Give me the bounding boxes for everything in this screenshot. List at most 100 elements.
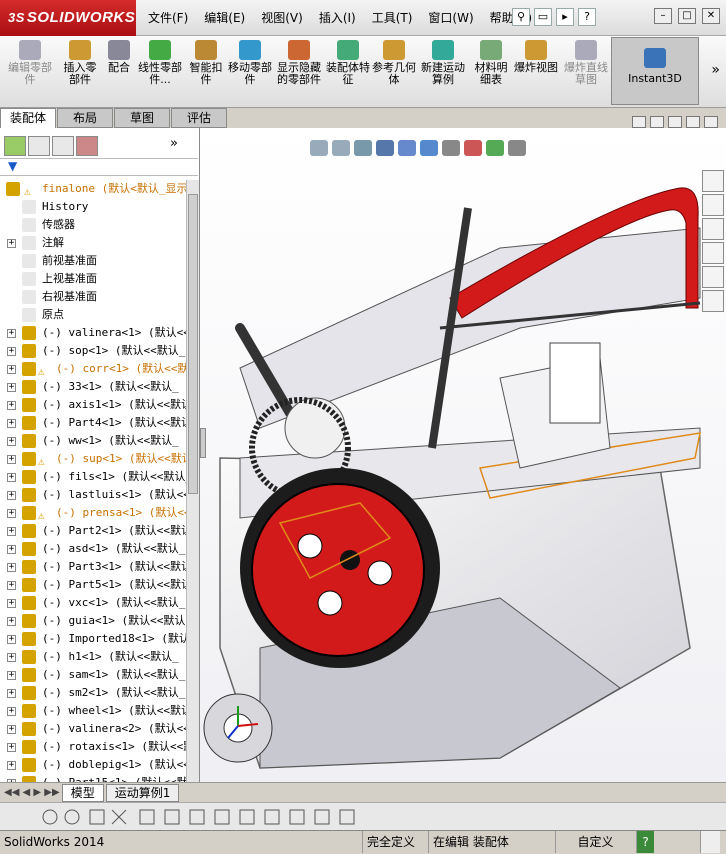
zoom-to-area-icon[interactable] <box>332 140 350 156</box>
new-document-icon[interactable]: ▭ <box>534 8 552 26</box>
hide-show-items-icon[interactable] <box>442 140 460 156</box>
bottom-tab-0[interactable]: 模型 <box>61 783 104 802</box>
open-folder-icon[interactable]: ▸ <box>556 8 574 26</box>
tree-item[interactable]: + (-) fils<1> (默认<<默认_ <box>0 468 186 486</box>
close-button[interactable]: ✕ <box>702 8 720 24</box>
sketch-tools-icons[interactable] <box>0 803 420 831</box>
tree-item[interactable]: + (-) valinera<1> (默认<<默 <box>0 324 186 342</box>
tree-item[interactable]: + (-) sam<1> (默认<<默认_ <box>0 666 186 684</box>
display-style-icon[interactable] <box>420 140 438 156</box>
status-chat-icon[interactable] <box>700 831 720 853</box>
instant3d-button[interactable]: Instant3D <box>611 37 699 105</box>
view-orientation-icon[interactable] <box>398 140 416 156</box>
viewport-minimize-button[interactable] <box>668 116 682 128</box>
command-7[interactable]: 装配体特征 <box>326 40 370 104</box>
command-0[interactable]: 编辑零部件 <box>8 40 52 104</box>
view-palette-icon[interactable] <box>702 242 724 264</box>
edit-appearance-icon[interactable] <box>464 140 482 156</box>
previous-view-icon[interactable] <box>354 140 372 156</box>
tree-item[interactable]: + (-) valinera<2> (默认<<默 <box>0 720 186 738</box>
viewport-close-button[interactable] <box>704 116 718 128</box>
expand-icon[interactable]: + <box>7 347 16 356</box>
expand-icon[interactable]: + <box>7 473 16 482</box>
expand-icon[interactable]: + <box>7 419 16 428</box>
viewport-tile-icon[interactable] <box>632 116 646 128</box>
command-9[interactable]: 新建运动算例 <box>420 40 466 104</box>
tab-1[interactable]: 布局 <box>57 108 113 128</box>
feature-filter-bar[interactable]: ▼ <box>0 158 198 176</box>
custom-properties-icon[interactable] <box>702 290 724 312</box>
menu-item-5[interactable]: 窗口(W) <box>420 9 481 27</box>
property-manager-tab-icon[interactable] <box>28 136 50 156</box>
configuration-manager-tab-icon[interactable] <box>52 136 74 156</box>
pin-icon[interactable]: ⚲ <box>512 8 530 26</box>
expand-icon[interactable]: + <box>7 725 16 734</box>
expand-icon[interactable]: + <box>7 545 16 554</box>
tree-item[interactable]: + (-) vxc<1> (默认<<默认_ <box>0 594 186 612</box>
command-11[interactable]: 爆炸视图 <box>514 40 558 104</box>
tree-root[interactable]: ⚠ finalone (默认<默认_显示 <box>0 180 186 198</box>
menu-item-4[interactable]: 工具(T) <box>364 9 421 27</box>
menu-item-3[interactable]: 插入(I) <box>311 9 364 27</box>
tree-item[interactable]: History <box>0 198 186 216</box>
tab-2[interactable]: 草图 <box>114 108 170 128</box>
expand-icon[interactable]: + <box>7 239 16 248</box>
apply-scene-icon[interactable] <box>486 140 504 156</box>
design-library-icon[interactable] <box>702 194 724 216</box>
expand-icon[interactable]: + <box>7 671 16 680</box>
viewport-split-icon[interactable] <box>650 116 664 128</box>
tree-item[interactable]: 原点 <box>0 306 186 324</box>
toolbar-more-button[interactable]: » <box>711 62 720 78</box>
expand-icon[interactable]: + <box>7 635 16 644</box>
help-icon[interactable]: ? <box>578 8 596 26</box>
solidworks-logo[interactable]: 3S SOLIDWORKS <box>0 0 136 36</box>
tree-item[interactable]: + (-) 33<1> (默认<<默认_ <box>0 378 186 396</box>
solidworks-resources-icon[interactable] <box>702 170 724 192</box>
expand-icon[interactable]: + <box>7 527 16 536</box>
tree-item[interactable]: + (-) lastluis<1> (默认<<默 <box>0 486 186 504</box>
tab-0[interactable]: 装配体 <box>0 108 56 128</box>
file-explorer-icon[interactable] <box>702 218 724 240</box>
zoom-to-fit-icon[interactable] <box>310 140 328 156</box>
expand-icon[interactable]: + <box>7 761 16 770</box>
tree-item[interactable]: 传感器 <box>0 216 186 234</box>
panel-expand-icon[interactable]: » <box>170 136 192 156</box>
minimize-button[interactable]: – <box>654 8 672 24</box>
scrollbar-thumb[interactable] <box>188 194 198 494</box>
tree-item[interactable]: + (-) rotaxis<1> (默认<<默 <box>0 738 186 756</box>
expand-icon[interactable]: + <box>7 617 16 626</box>
feature-tree-scrollbar[interactable] <box>186 180 199 782</box>
tree-item[interactable]: + (-) wheel<1> (默认<<默认 <box>0 702 186 720</box>
tree-item[interactable]: +(-) Part15<1> (默认<<默 <box>0 774 186 782</box>
bottom-tab-1[interactable]: 运动算例1 <box>105 783 180 802</box>
tree-item[interactable]: + (-) sm2<1> (默认<<默认_ <box>0 684 186 702</box>
expand-icon[interactable]: + <box>7 653 16 662</box>
tree-item[interactable]: + ⚠ (-) sup<1> (默认<<默认 <box>0 450 186 468</box>
menu-item-0[interactable]: 文件(F) <box>140 9 196 27</box>
command-12[interactable]: 爆炸直线草图 <box>564 40 608 104</box>
expand-icon[interactable]: + <box>7 689 16 698</box>
restore-button[interactable]: □ <box>678 8 696 24</box>
expand-icon[interactable]: + <box>7 581 16 590</box>
tree-item[interactable]: + 注解 <box>0 234 186 252</box>
command-1[interactable]: 插入零部件 <box>60 40 100 104</box>
tree-item[interactable]: + (-) asd<1> (默认<<默认_ <box>0 540 186 558</box>
tree-item[interactable]: + ⚠ (-) prensa<1> (默认<< <box>0 504 186 522</box>
feature-tree-tab-icon[interactable] <box>4 136 26 156</box>
nav-arrows[interactable]: ◀◀ ◀ ▶ ▶▶ <box>4 787 60 798</box>
display-manager-tab-icon[interactable] <box>76 136 98 156</box>
tree-item[interactable]: + (-) sop<1> (默认<<默认_ <box>0 342 186 360</box>
command-5[interactable]: 移动零部件 <box>228 40 272 104</box>
filter-icon[interactable]: ▼ <box>8 159 17 173</box>
expand-icon[interactable]: + <box>7 509 16 518</box>
appearances-icon[interactable] <box>702 266 724 288</box>
tree-item[interactable]: + (-) Part4<1> (默认<<默认 <box>0 414 186 432</box>
expand-icon[interactable]: + <box>7 455 16 464</box>
section-view-icon[interactable] <box>376 140 394 156</box>
expand-icon[interactable]: + <box>7 329 16 338</box>
tree-item[interactable]: + ⚠ (-) corr<1> (默认<<默 <box>0 360 186 378</box>
status-help-icon[interactable]: ? <box>636 831 654 853</box>
expand-icon[interactable]: + <box>7 707 16 716</box>
expand-icon[interactable]: + <box>7 743 16 752</box>
tree-item[interactable]: + (-) Part2<1> (默认<<默认 <box>0 522 186 540</box>
